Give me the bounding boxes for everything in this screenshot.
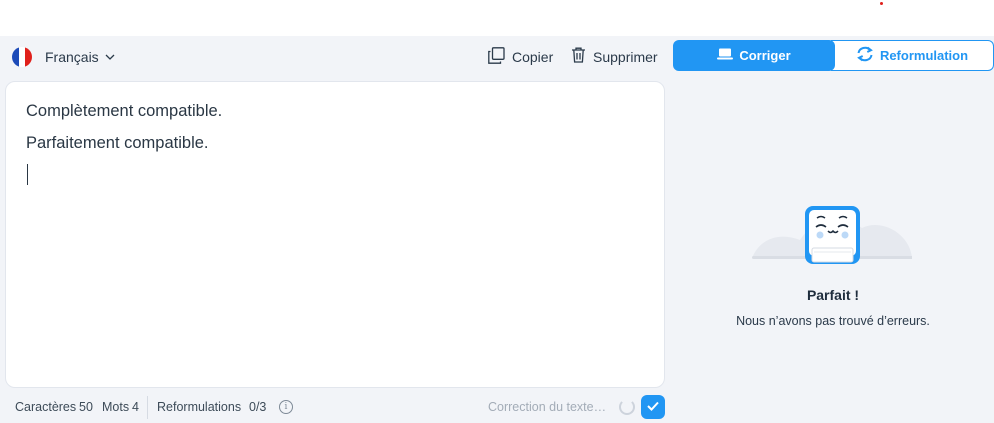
chevron-down-icon xyxy=(105,54,115,60)
editor-footer: Caractères 50 Mots 4 Reformulations 0/3 … xyxy=(0,393,672,423)
red-dot-decoration xyxy=(880,2,883,5)
result-title: Parfait ! xyxy=(806,287,860,303)
grammar-checker-app: Français Copier Supprimer Reformulation xyxy=(0,36,994,423)
trash-icon xyxy=(571,47,586,66)
tab-reformulation[interactable]: Reformulation xyxy=(831,40,994,71)
reformulation-count-label: Reformulations xyxy=(157,400,242,414)
word-count-value: 4 xyxy=(132,400,139,414)
validate-button[interactable] xyxy=(641,395,665,419)
char-count-label: Caractères xyxy=(15,400,77,414)
tab-corriger-label: Corriger xyxy=(739,48,791,63)
robot-mascot-icon xyxy=(752,206,912,264)
copy-icon xyxy=(488,47,505,67)
laptop-icon xyxy=(717,48,734,63)
copy-label: Copier xyxy=(512,49,554,65)
info-icon[interactable]: i xyxy=(279,400,293,414)
result-subtitle: Nous n’avons pas trouvé d’erreurs. xyxy=(736,314,930,328)
char-count-value: 50 xyxy=(79,400,93,414)
spinner-icon xyxy=(619,399,635,415)
mode-tabs: Reformulation Corriger xyxy=(673,40,994,71)
top-strip xyxy=(0,0,994,36)
delete-label: Supprimer xyxy=(593,48,658,65)
result-panel: Parfait ! Nous n’avons pas trouvé d’erre… xyxy=(672,78,994,423)
footer-divider xyxy=(147,396,148,419)
language-label: Français xyxy=(45,49,99,65)
text-caret xyxy=(27,164,28,185)
toolbar: Français Copier Supprimer xyxy=(0,36,672,78)
editor-line-2: Parfaitement compatible. xyxy=(26,134,209,152)
france-flag-icon xyxy=(12,47,32,67)
copy-button[interactable]: Copier xyxy=(488,47,553,67)
word-count-label: Mots xyxy=(102,400,130,414)
editor-line-1: Complètement compatible. xyxy=(26,102,223,120)
tab-reformulation-label: Reformulation xyxy=(879,48,969,63)
tab-corriger[interactable]: Corriger xyxy=(673,40,835,71)
check-icon xyxy=(647,398,659,416)
language-selector[interactable]: Français xyxy=(12,46,115,68)
correction-status: Correction du texte… xyxy=(488,400,607,414)
text-editor[interactable]: Complètement compatible. Parfaitement co… xyxy=(5,81,665,388)
refresh-icon xyxy=(856,46,874,65)
delete-button[interactable]: Supprimer xyxy=(571,47,658,66)
reformulation-count-value: 0/3 xyxy=(249,400,267,414)
